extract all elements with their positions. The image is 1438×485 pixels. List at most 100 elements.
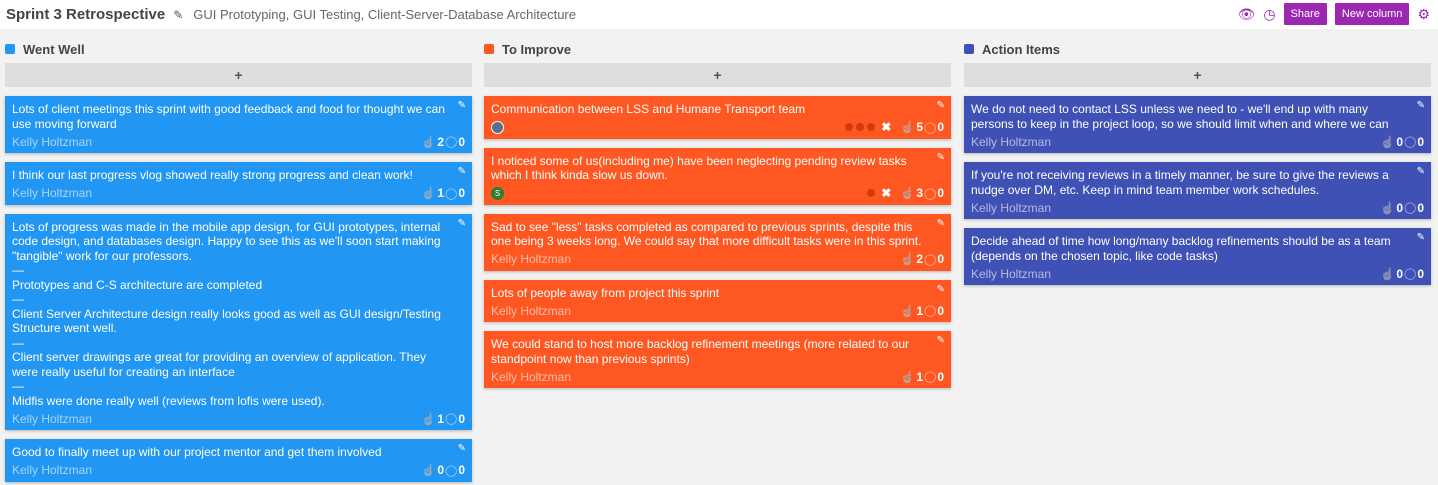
card[interactable]: We do not need to contact LSS unless we … bbox=[964, 96, 1431, 153]
card[interactable]: We could stand to host more backlog refi… bbox=[484, 331, 951, 388]
thumbs-up-icon[interactable]: ☝ bbox=[1380, 267, 1395, 281]
thumbs-up-icon[interactable]: ☝ bbox=[421, 463, 436, 477]
comment-icon[interactable]: ◯ bbox=[1404, 267, 1416, 280]
add-card-button[interactable]: + bbox=[484, 63, 951, 87]
edit-card-icon[interactable]: ✎ bbox=[1417, 232, 1425, 243]
comment-count: 0 bbox=[458, 463, 465, 477]
card-text: I think our last progress vlog showed re… bbox=[12, 168, 413, 182]
comment-count: 0 bbox=[937, 120, 944, 134]
thumbs-up-icon[interactable]: ☝ bbox=[1380, 201, 1395, 215]
comment-icon[interactable]: ◯ bbox=[445, 187, 457, 200]
comment-count: 0 bbox=[1417, 266, 1424, 281]
new-column-button[interactable]: New column bbox=[1334, 3, 1410, 25]
card-stats: ☝ 1 ◯ 0 bbox=[899, 370, 944, 384]
card-text: We could stand to host more backlog refi… bbox=[491, 337, 909, 366]
card-author: Kelly Holtzman bbox=[971, 134, 1052, 149]
column-title: Action Items bbox=[982, 41, 1061, 57]
card[interactable]: Decide ahead of time how long/many backl… bbox=[964, 228, 1431, 285]
card-footer: Kelly Holtzman ☝ 1 ◯ 0 bbox=[12, 410, 465, 427]
top-bar: Sprint 3 Retrospective ✎ GUI Prototyping… bbox=[0, 0, 1438, 29]
edit-card-icon[interactable]: ✎ bbox=[937, 284, 945, 295]
card-text: We do not need to contact LSS unless we … bbox=[971, 102, 1389, 131]
thumbs-up-icon[interactable]: ☝ bbox=[1380, 135, 1395, 149]
edit-card-icon[interactable]: ✎ bbox=[1417, 100, 1425, 111]
card-footer: Kelly Holtzman ☝ 2 ◯ 0 bbox=[491, 251, 944, 268]
thumbs-up-icon[interactable]: ☝ bbox=[900, 252, 915, 266]
edit-card-icon[interactable]: ✎ bbox=[458, 100, 466, 111]
card[interactable]: If you're not receiving reviews in a tim… bbox=[964, 162, 1431, 219]
edit-card-icon[interactable]: ✎ bbox=[937, 152, 945, 163]
card-stats: ☝ 0 ◯ 0 bbox=[1379, 135, 1424, 149]
edit-card-icon[interactable]: ✎ bbox=[458, 218, 466, 229]
comment-icon[interactable]: ◯ bbox=[1404, 201, 1416, 214]
card[interactable]: Lots of people away from project this sp… bbox=[484, 279, 951, 322]
edit-card-icon[interactable]: ✎ bbox=[937, 218, 945, 229]
comment-count: 0 bbox=[1417, 200, 1424, 215]
thumbs-up-icon[interactable]: ☝ bbox=[900, 186, 915, 200]
card[interactable]: Communication between LSS and Humane Tra… bbox=[484, 96, 951, 139]
card-stats: ☝ 1 ◯ 0 bbox=[899, 304, 944, 318]
column-header: To Improve bbox=[484, 39, 951, 59]
clock-icon[interactable]: ◷ bbox=[1263, 6, 1275, 23]
thumbs-up-icon[interactable]: ☝ bbox=[900, 120, 915, 134]
card-stats: ✖ ☝ 3 ◯ 0 bbox=[867, 186, 944, 200]
thumbs-up-icon[interactable]: ☝ bbox=[421, 412, 436, 426]
edit-card-icon[interactable]: ✎ bbox=[458, 443, 466, 454]
card-stats: ☝ 0 ◯ 0 bbox=[1379, 201, 1424, 215]
remove-vote-icon[interactable]: ✖ bbox=[881, 186, 891, 200]
thumbs-up-icon[interactable]: ☝ bbox=[421, 186, 436, 200]
edit-card-icon[interactable]: ✎ bbox=[937, 100, 945, 111]
card-footer: Kelly Holtzman ☝ 0 ◯ 0 bbox=[12, 462, 465, 479]
card[interactable]: I noticed some of us(including me) have … bbox=[484, 147, 951, 205]
card-author: Kelly Holtzman bbox=[12, 411, 93, 426]
eye-icon[interactable]: 👁 bbox=[1238, 6, 1256, 23]
comment-icon[interactable]: ◯ bbox=[445, 412, 457, 425]
thumbs-up-icon[interactable]: ☝ bbox=[900, 304, 915, 318]
thumbs-up-icon[interactable]: ☝ bbox=[421, 135, 436, 149]
card[interactable]: Sad to see "less" tasks completed as com… bbox=[484, 213, 951, 271]
card[interactable]: Lots of progress was made in the mobile … bbox=[5, 213, 472, 430]
column-color-marker bbox=[484, 44, 494, 54]
comment-icon[interactable]: ◯ bbox=[924, 304, 936, 317]
like-count: 0 bbox=[1396, 134, 1403, 149]
comment-icon[interactable]: ◯ bbox=[924, 370, 936, 383]
card-stats: ☝ 1 ◯ 0 bbox=[420, 186, 465, 200]
card-text: I noticed some of us(including me) have … bbox=[491, 153, 907, 183]
comment-count: 0 bbox=[458, 411, 465, 426]
card[interactable]: I think our last progress vlog showed re… bbox=[5, 162, 472, 205]
edit-card-icon[interactable]: ✎ bbox=[1417, 166, 1425, 177]
card-text: Decide ahead of time how long/many backl… bbox=[971, 234, 1391, 263]
board-subtitle: GUI Prototyping, GUI Testing, Client-Ser… bbox=[193, 7, 576, 22]
card[interactable]: Good to finally meet up with our project… bbox=[5, 439, 472, 482]
comment-icon[interactable]: ◯ bbox=[445, 464, 457, 477]
avatar: S bbox=[491, 186, 504, 200]
edit-title-icon[interactable]: ✎ bbox=[173, 8, 183, 22]
like-count: 5 bbox=[916, 120, 923, 134]
like-count: 0 bbox=[1396, 200, 1403, 215]
card-author: Kelly Holtzman bbox=[971, 200, 1052, 215]
share-button[interactable]: Share bbox=[1283, 3, 1327, 25]
edit-card-icon[interactable]: ✎ bbox=[458, 166, 466, 177]
comment-icon[interactable]: ◯ bbox=[1404, 135, 1416, 148]
add-card-button[interactable]: + bbox=[5, 63, 472, 87]
column: Action Items + We do not need to contact L… bbox=[964, 39, 1431, 288]
comment-icon[interactable]: ◯ bbox=[445, 135, 457, 148]
card-author: Kelly Holtzman bbox=[12, 134, 93, 149]
comment-icon[interactable]: ◯ bbox=[924, 253, 936, 266]
card-footer: ✖ ☝ 5 ◯ 0 bbox=[491, 119, 944, 136]
gear-icon[interactable]: ⚙ bbox=[1417, 6, 1430, 23]
column: Went Well + Lots of client meetings this s… bbox=[5, 39, 472, 485]
add-card-button[interactable]: + bbox=[964, 63, 1431, 87]
card-author: Kelly Holtzman bbox=[491, 252, 572, 266]
card-footer: Kelly Holtzman ☝ 2 ◯ 0 bbox=[12, 133, 465, 150]
edit-card-icon[interactable]: ✎ bbox=[937, 335, 945, 346]
card-footer: Kelly Holtzman ☝ 1 ◯ 0 bbox=[491, 302, 944, 319]
card-footer: Kelly Holtzman ☝ 0 ◯ 0 bbox=[971, 265, 1424, 282]
comment-icon[interactable]: ◯ bbox=[924, 187, 936, 200]
card-stats: ☝ 0 ◯ 0 bbox=[1379, 267, 1424, 281]
comment-icon[interactable]: ◯ bbox=[924, 121, 936, 134]
remove-vote-icon[interactable]: ✖ bbox=[881, 120, 891, 134]
thumbs-up-icon[interactable]: ☝ bbox=[900, 370, 915, 384]
card[interactable]: Lots of client meetings this sprint with… bbox=[5, 96, 472, 153]
card-text: Good to finally meet up with our project… bbox=[12, 445, 382, 459]
